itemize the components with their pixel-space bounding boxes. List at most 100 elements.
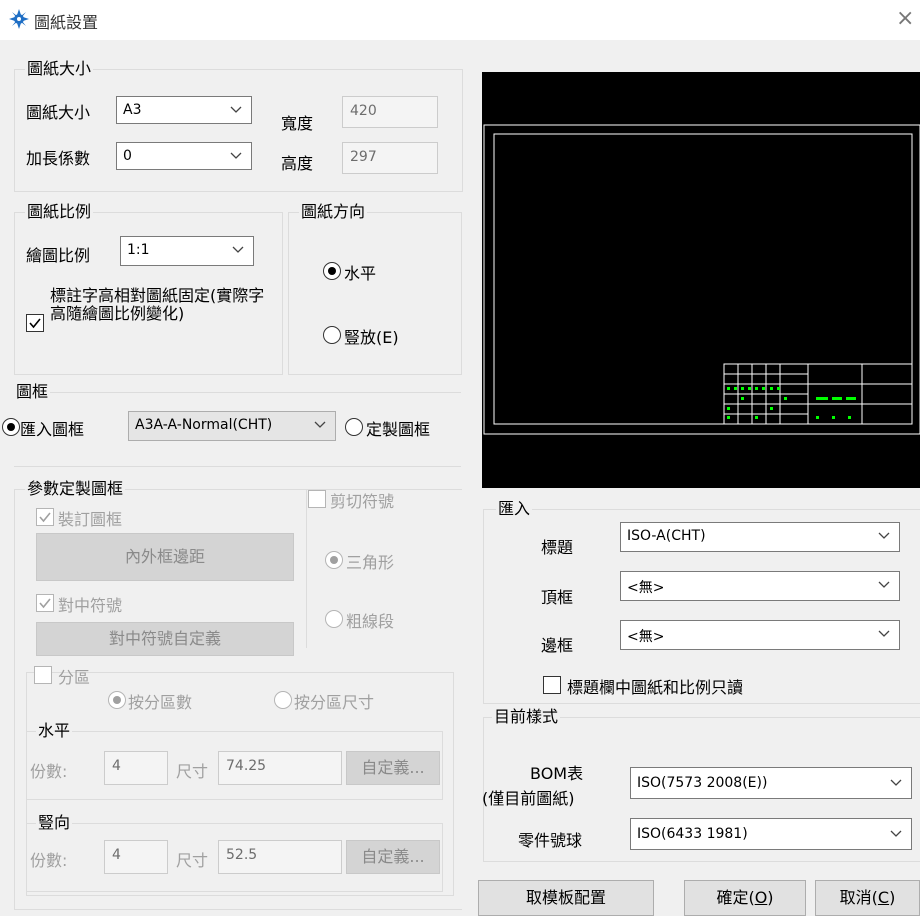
chevron-down-icon <box>878 532 890 539</box>
v-size-label: 尺寸 <box>176 851 209 870</box>
v-count-label: 份數: <box>30 851 68 870</box>
balloon-style-select[interactable]: ISO(6433 1981) <box>630 818 912 850</box>
center-mark-custom-button[interactable]: 對中符號自定義 <box>36 622 294 656</box>
v-size-field[interactable]: 52.5 <box>218 840 342 874</box>
chevron-down-icon <box>230 152 242 159</box>
chevron-down-icon <box>878 581 890 588</box>
orientation-horizontal-radio[interactable] <box>323 262 341 280</box>
scale-group-title: 圖紙比例 <box>27 202 92 221</box>
extension-factor-label: 加長係數 <box>26 149 91 168</box>
paper-size-value: A3 <box>123 102 142 118</box>
extension-factor-select[interactable]: 0 <box>116 142 252 170</box>
import-frame-value: A3A-A-Normal(CHT) <box>135 417 273 433</box>
margin-button[interactable]: 內外框邊距 <box>36 533 294 581</box>
top-frame-select[interactable]: <無> <box>620 571 900 601</box>
chevron-down-icon <box>890 830 902 837</box>
app-icon <box>9 9 29 29</box>
width-label: 寬度 <box>281 114 314 133</box>
bom-style-value: ISO(7573 2008(E)) <box>637 775 768 791</box>
top-frame-label: 頂框 <box>541 588 574 607</box>
orientation-horizontal-label: 水平 <box>344 264 377 283</box>
zone-by-count-label: 按分區數 <box>128 693 193 712</box>
extension-factor-value: 0 <box>123 148 132 164</box>
paper-size-label: 圖紙大小 <box>26 103 91 122</box>
h-size-field[interactable]: 74.25 <box>218 751 342 785</box>
triangle-label: 三角形 <box>346 553 395 572</box>
title-block-label: 標題 <box>541 538 574 557</box>
readonly-title-label: 標題欄中圖紙和比例只讀 <box>567 678 744 697</box>
paper-preview-drawing <box>483 124 920 435</box>
h-custom-button[interactable]: 自定義... <box>346 751 440 785</box>
cut-mark-label: 剪切符號 <box>330 492 395 511</box>
orientation-group-title: 圖紙方向 <box>301 202 366 221</box>
h-size-label: 尺寸 <box>176 762 209 781</box>
orientation-vertical-radio[interactable] <box>323 326 341 344</box>
zone-vertical-title: 豎向 <box>38 813 71 832</box>
zone-by-size-radio[interactable] <box>274 691 292 709</box>
zone-horizontal-title: 水平 <box>38 721 71 740</box>
fixed-text-height-label: 標註字高相對圖紙固定(實際字高隨繪圖比例變化) <box>50 286 265 323</box>
center-mark-label: 對中符號 <box>58 596 123 615</box>
triangle-radio[interactable] <box>325 551 343 569</box>
bom-style-select[interactable]: ISO(7573 2008(E)) <box>630 767 912 799</box>
import-frame-label: 匯入圖框 <box>20 420 85 439</box>
h-count-label: 份數: <box>30 762 68 781</box>
title-bar <box>0 0 920 40</box>
import-frame-select[interactable]: A3A-A-Normal(CHT) <box>128 411 336 441</box>
balloon-style-value: ISO(6433 1981) <box>637 826 748 842</box>
draw-scale-label: 繪圖比例 <box>26 246 91 265</box>
cut-mark-checkbox[interactable] <box>308 490 326 508</box>
balloon-label: 零件號球 <box>518 831 583 850</box>
current-style-group-title: 目前樣式 <box>494 707 559 726</box>
readonly-title-checkbox[interactable] <box>543 676 561 694</box>
chevron-down-icon <box>232 246 244 253</box>
side-frame-value: <無> <box>627 629 665 645</box>
side-frame-label: 邊框 <box>541 636 574 655</box>
title-block-select[interactable]: ISO-A(CHT) <box>620 522 900 552</box>
custom-frame-radio[interactable] <box>345 418 363 436</box>
chevron-down-icon <box>230 106 242 113</box>
orientation-vertical-label: 豎放(E) <box>344 328 399 347</box>
chevron-down-icon <box>314 421 326 428</box>
cancel-button[interactable]: 取消(C) <box>815 880 920 916</box>
cancel-accesskey: C <box>877 888 890 907</box>
thick-line-label: 粗線段 <box>346 612 395 631</box>
zone-label: 分區 <box>58 668 91 687</box>
orientation-group: 圖紙方向 <box>288 203 462 375</box>
ok-button[interactable]: 確定(O) <box>684 880 806 916</box>
check-icon <box>39 598 51 609</box>
chevron-down-icon <box>878 630 890 637</box>
v-custom-button[interactable]: 自定義... <box>346 840 440 874</box>
side-frame-select[interactable]: <無> <box>620 620 900 650</box>
fixed-text-height-checkbox[interactable] <box>26 314 44 332</box>
bom-label-2: (僅目前圖紙) <box>482 789 575 808</box>
paper-preview <box>482 72 920 488</box>
close-icon[interactable]: × <box>896 6 914 31</box>
import-frame-radio[interactable] <box>2 418 20 436</box>
binding-frame-label: 裝訂圖框 <box>58 510 123 529</box>
v-count-field[interactable]: 4 <box>104 840 168 874</box>
frame-group-title: 圖框 <box>16 382 49 401</box>
height-label: 高度 <box>281 154 314 173</box>
top-frame-value: <無> <box>627 580 665 596</box>
paper-size-group-title: 圖紙大小 <box>27 59 92 78</box>
paper-size-select[interactable]: A3 <box>116 96 252 124</box>
chevron-down-icon <box>890 779 902 786</box>
zone-checkbox[interactable] <box>34 666 52 684</box>
center-mark-checkbox[interactable] <box>36 594 54 612</box>
ok-accesskey: O <box>754 888 768 907</box>
import-group-title: 匯入 <box>498 499 531 518</box>
draw-scale-select[interactable]: 1:1 <box>120 236 254 266</box>
binding-frame-checkbox[interactable] <box>36 508 54 526</box>
thick-line-radio[interactable] <box>325 610 343 628</box>
h-count-field[interactable]: 4 <box>104 751 168 785</box>
load-template-button[interactable]: 取模板配置 <box>478 880 654 916</box>
zone-by-count-radio[interactable] <box>108 691 126 709</box>
param-frame-group-title: 參數定製圖框 <box>27 479 124 498</box>
height-field[interactable]: 297 <box>342 142 438 174</box>
draw-scale-value: 1:1 <box>127 242 150 258</box>
ok-button-label: 確定 <box>716 888 749 907</box>
check-icon <box>29 318 41 329</box>
window-title: 圖紙設置 <box>34 13 99 32</box>
width-field[interactable]: 420 <box>342 96 438 128</box>
